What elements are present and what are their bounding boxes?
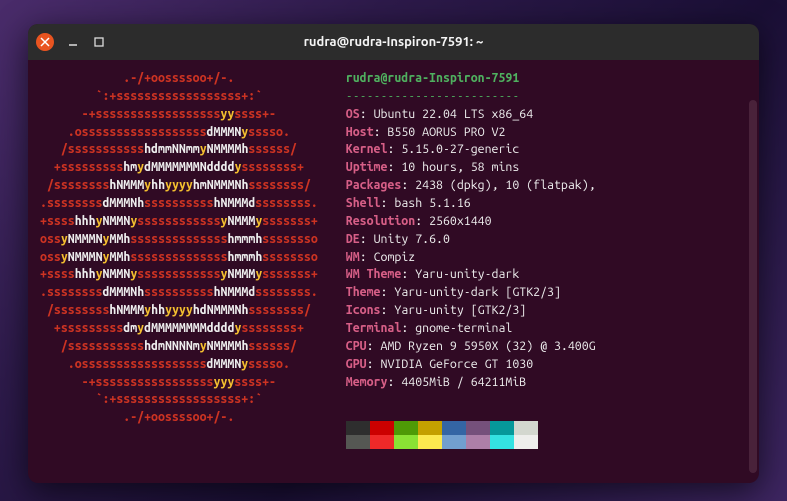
color-swatch bbox=[514, 435, 538, 449]
window-controls bbox=[36, 33, 106, 51]
color-swatch bbox=[394, 435, 418, 449]
window-title: rudra@rudra-Inspiron-7591: ~ bbox=[28, 35, 759, 49]
color-swatch bbox=[442, 421, 466, 435]
ascii-logo: .-/+oossssoo+/-. `:+ssssssssssssssssss+:… bbox=[40, 70, 318, 473]
close-button[interactable] bbox=[36, 33, 54, 51]
color-swatch bbox=[370, 421, 394, 435]
maximize-icon bbox=[93, 36, 105, 48]
color-palette-row1 bbox=[346, 421, 596, 435]
color-swatch bbox=[442, 435, 466, 449]
color-swatch bbox=[466, 421, 490, 435]
color-swatch bbox=[514, 421, 538, 435]
terminal-window: rudra@rudra-Inspiron-7591: ~ .-/+oosssso… bbox=[28, 24, 759, 483]
color-swatch bbox=[346, 421, 370, 435]
terminal-body[interactable]: .-/+oossssoo+/-. `:+ssssssssssssssssss+:… bbox=[28, 60, 759, 483]
color-swatch bbox=[346, 435, 370, 449]
color-swatch bbox=[418, 435, 442, 449]
scrollbar[interactable] bbox=[749, 100, 757, 473]
color-swatch bbox=[466, 435, 490, 449]
color-swatch bbox=[370, 435, 394, 449]
scrollbar-thumb[interactable] bbox=[749, 100, 757, 473]
close-icon bbox=[40, 37, 50, 47]
color-swatch bbox=[418, 421, 442, 435]
color-swatch bbox=[394, 421, 418, 435]
minimize-button[interactable] bbox=[66, 35, 80, 49]
titlebar[interactable]: rudra@rudra-Inspiron-7591: ~ bbox=[28, 24, 759, 60]
maximize-button[interactable] bbox=[92, 35, 106, 49]
minimize-icon bbox=[67, 36, 79, 48]
color-palette-row2 bbox=[346, 435, 596, 449]
color-swatch bbox=[490, 435, 514, 449]
color-swatch bbox=[490, 421, 514, 435]
system-info: rudra@rudra-Inspiron-7591 --------------… bbox=[346, 70, 596, 473]
